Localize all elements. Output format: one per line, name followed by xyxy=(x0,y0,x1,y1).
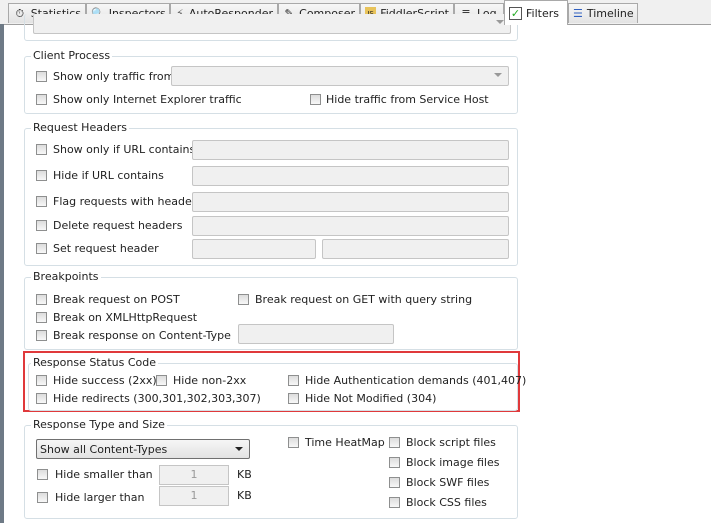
hide-smaller-checkbox[interactable] xyxy=(37,469,48,480)
tab-timeline[interactable]: ☰ Timeline xyxy=(568,3,638,23)
group-title: Breakpoints xyxy=(31,270,101,283)
hide-success-checkbox[interactable] xyxy=(36,375,47,386)
label: Break on XMLHttpRequest xyxy=(53,311,198,324)
hide-redirects-checkbox[interactable] xyxy=(36,393,47,404)
unit-label: KB xyxy=(237,468,252,481)
set-header-checkbox[interactable] xyxy=(36,243,47,254)
block-swf-checkbox[interactable] xyxy=(389,477,400,488)
break-xhr-checkbox[interactable] xyxy=(36,312,47,323)
label: Hide Authentication demands (401,407) xyxy=(305,374,527,387)
label: Hide if URL contains xyxy=(53,169,164,182)
process-dropdown[interactable] xyxy=(171,66,509,86)
flag-headers-checkbox[interactable] xyxy=(36,196,47,207)
label: Hide smaller than xyxy=(55,468,153,481)
hide-not-modified-checkbox[interactable] xyxy=(288,393,299,404)
value: 1 xyxy=(190,489,198,502)
block-css-checkbox[interactable] xyxy=(389,497,400,508)
show-only-traffic-checkbox[interactable] xyxy=(36,71,47,82)
label: Show only Internet Explorer traffic xyxy=(53,93,242,106)
group-title: Request Headers xyxy=(31,121,129,134)
url-contains-checkbox[interactable] xyxy=(36,144,47,155)
time-heatmap-checkbox[interactable] xyxy=(288,437,299,448)
url-contains-input[interactable] xyxy=(192,140,509,160)
label: Flag requests with headers xyxy=(53,195,202,208)
set-header-name-input[interactable] xyxy=(192,239,316,259)
label: Hide Not Modified (304) xyxy=(305,392,437,405)
label: Set request header xyxy=(53,242,159,255)
content-types-dropdown[interactable]: Show all Content-Types xyxy=(36,439,250,459)
label: Block SWF files xyxy=(406,476,490,489)
chevron-down-icon xyxy=(235,447,243,451)
break-post-checkbox[interactable] xyxy=(36,294,47,305)
label: Hide non-2xx xyxy=(173,374,247,387)
content-type-input[interactable] xyxy=(238,324,394,344)
flag-headers-input[interactable] xyxy=(192,192,509,212)
label: Show only traffic from xyxy=(53,70,175,83)
group-title: Response Type and Size xyxy=(31,418,167,431)
label: Hide redirects (300,301,302,303,307) xyxy=(53,392,261,405)
value: 1 xyxy=(190,468,198,481)
show-only-ie-checkbox[interactable] xyxy=(36,94,47,105)
hide-auth-checkbox[interactable] xyxy=(288,375,299,386)
label: Break request on POST xyxy=(53,293,180,306)
tab-filters[interactable]: ✓ Filters xyxy=(504,0,568,25)
smaller-size-stepper[interactable]: 1 xyxy=(159,465,229,485)
block-image-checkbox[interactable] xyxy=(389,457,400,468)
hide-url-input[interactable] xyxy=(192,166,509,186)
selected-value: Show all Content-Types xyxy=(40,443,168,456)
group-title: Response Status Code xyxy=(31,356,159,369)
hide-larger-checkbox[interactable] xyxy=(37,492,48,503)
label: Show only if URL contains xyxy=(53,143,196,156)
group-title: Client Process xyxy=(31,49,113,62)
timeline-icon: ☰ xyxy=(573,6,583,20)
left-splitter[interactable] xyxy=(0,24,4,523)
checkbox-icon: ✓ xyxy=(509,6,522,20)
label: Hide traffic from Service Host xyxy=(326,93,489,106)
break-content-type-checkbox[interactable] xyxy=(36,330,47,341)
hide-service-host-checkbox[interactable] xyxy=(310,94,321,105)
hosts-dropdown[interactable] xyxy=(33,14,511,34)
label: Block CSS files xyxy=(406,496,487,509)
hosts-group xyxy=(24,14,518,41)
label: Block script files xyxy=(406,436,496,449)
set-header-value-input[interactable] xyxy=(322,239,509,259)
label: Hide larger than xyxy=(55,491,145,504)
label: Hide success (2xx) xyxy=(53,374,157,387)
hide-url-checkbox[interactable] xyxy=(36,170,47,181)
hide-non2xx-checkbox[interactable] xyxy=(156,375,167,386)
delete-headers-input[interactable] xyxy=(192,216,509,236)
client-process-group: Client Process Show only traffic from Sh… xyxy=(24,49,518,114)
label: Delete request headers xyxy=(53,219,183,232)
breakpoints-group: Breakpoints Break request on POST Break … xyxy=(24,270,518,350)
label: Block image files xyxy=(406,456,500,469)
chevron-down-icon xyxy=(494,73,502,77)
block-script-checkbox[interactable] xyxy=(389,437,400,448)
larger-size-stepper[interactable]: 1 xyxy=(159,486,229,506)
delete-headers-checkbox[interactable] xyxy=(36,220,47,231)
response-status-group: Response Status Code Hide success (2xx) … xyxy=(28,356,526,411)
break-get-query-checkbox[interactable] xyxy=(238,294,249,305)
response-type-group: Response Type and Size Show all Content-… xyxy=(24,418,518,519)
chevron-down-icon xyxy=(496,20,504,24)
label: Break response on Content-Type xyxy=(53,329,231,342)
request-headers-group: Request Headers Show only if URL contain… xyxy=(24,121,518,266)
label: Break request on GET with query string xyxy=(255,293,473,306)
unit-label: KB xyxy=(237,489,252,502)
label: Time HeatMap xyxy=(305,436,385,449)
